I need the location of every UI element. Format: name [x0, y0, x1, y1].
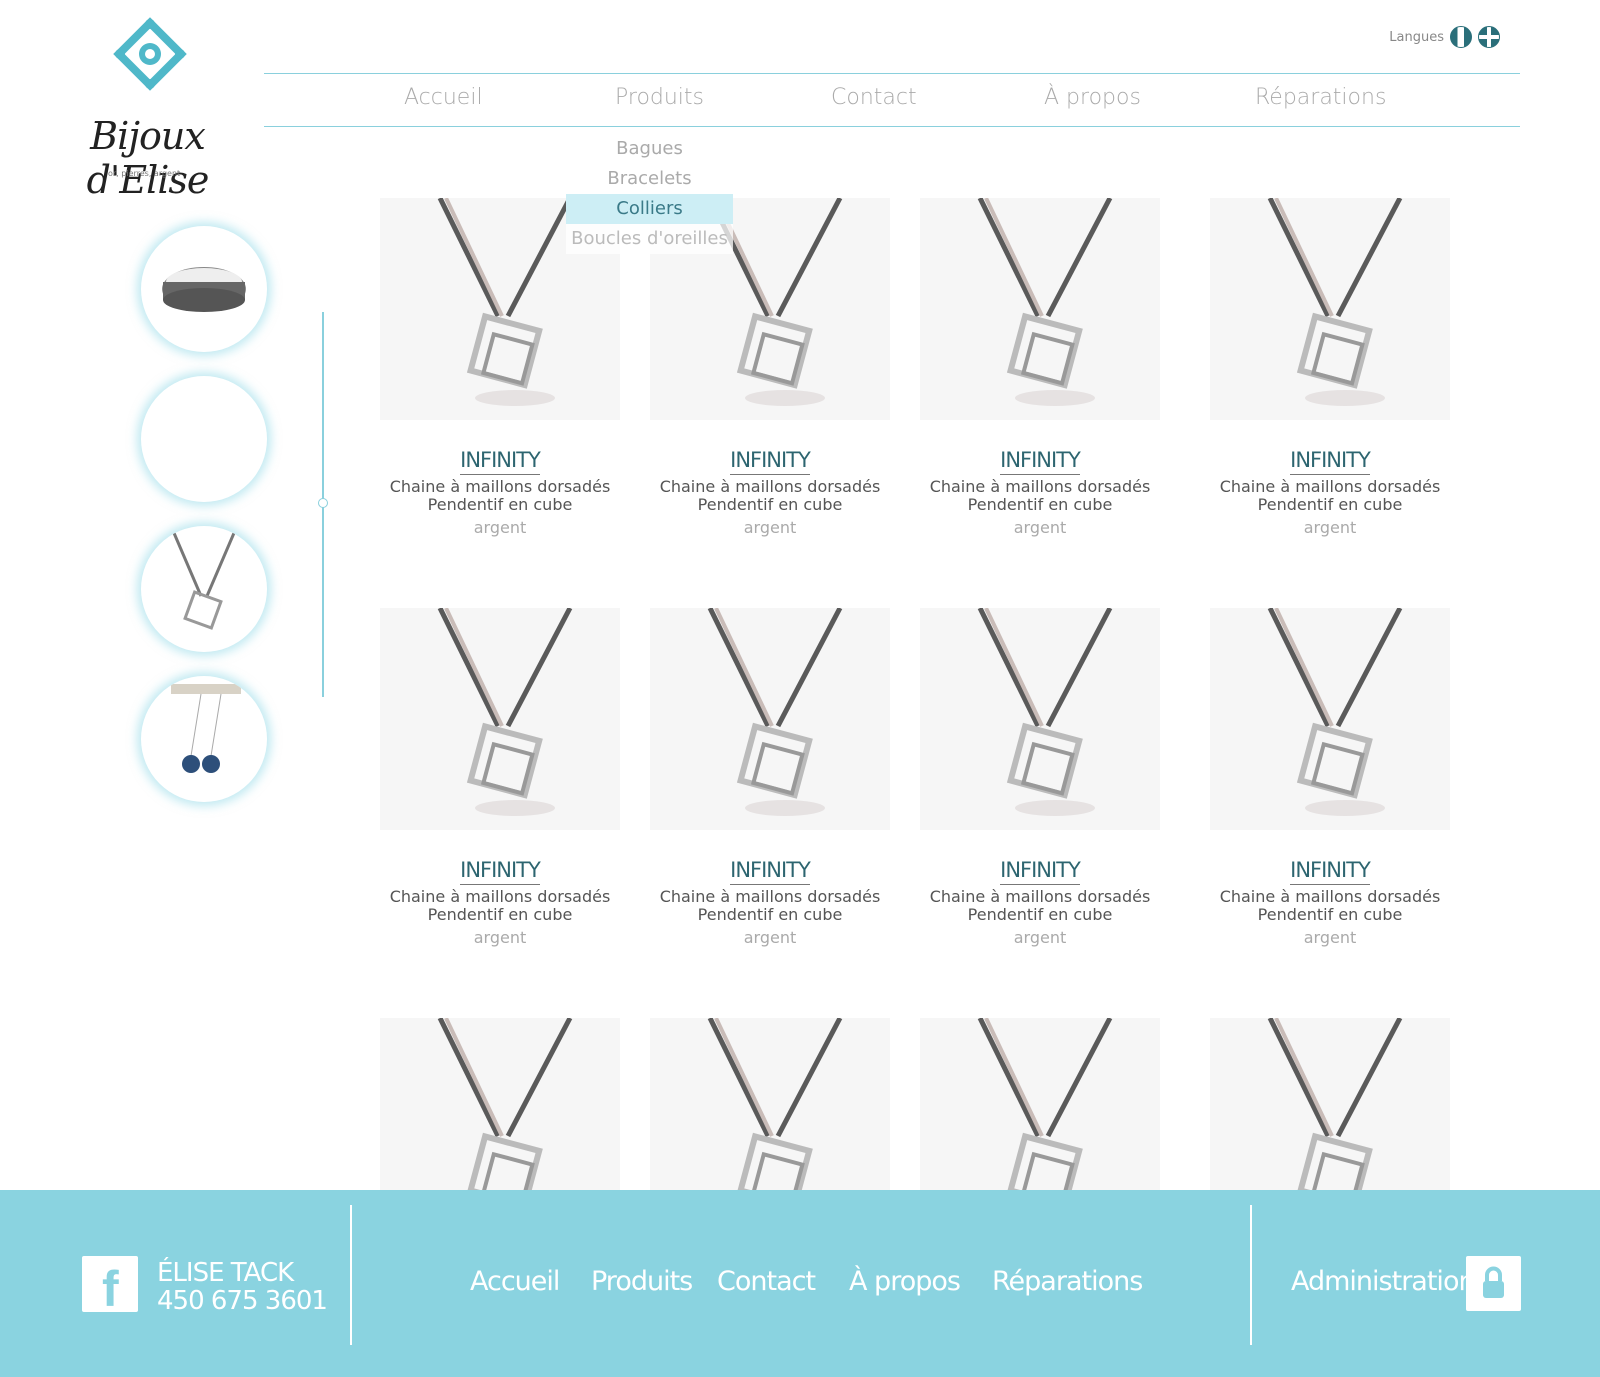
category-thumb-boucles[interactable]	[141, 676, 267, 802]
product-image[interactable]	[920, 608, 1160, 830]
product-card[interactable]: INFINITY Chaine à maillons dorsadés Penden…	[380, 608, 620, 947]
product-card[interactable]: INFINITY Chaine à maillons dorsadés Penden…	[1210, 198, 1450, 537]
product-image[interactable]	[380, 608, 620, 830]
footer-nav-a-propos[interactable]: À propos	[849, 1266, 961, 1297]
submenu-bagues[interactable]: Bagues	[566, 134, 733, 164]
product-title[interactable]: INFINITY	[920, 858, 1160, 885]
contact-phone: 450 675 3601	[157, 1286, 328, 1316]
footer-nav-contact[interactable]: Contact	[717, 1266, 816, 1297]
product-card[interactable]: INFINITY Chaine à maillons dorsadés Penden…	[650, 608, 890, 947]
flag-uk-icon[interactable]	[1478, 26, 1500, 48]
product-title[interactable]: INFINITY	[650, 448, 890, 475]
product-description: Chaine à maillons dorsadés Pendentif en c…	[389, 477, 611, 514]
product-card[interactable]: INFINITY Chaine à maillons dorsadés Penden…	[1210, 608, 1450, 947]
product-material: argent	[1303, 928, 1357, 947]
footer-divider	[1250, 1205, 1252, 1345]
brand-name: Bijoux d'Elise	[86, 114, 210, 202]
product-material: argent	[1013, 928, 1067, 947]
product-description: Chaine à maillons dorsadés Pendentif en c…	[659, 477, 881, 514]
product-card[interactable]: INFINITY Chaine à maillons dorsadés Penden…	[920, 198, 1160, 537]
product-material: argent	[743, 928, 797, 947]
flag-fr-icon[interactable]	[1450, 26, 1472, 48]
category-thumb-bracelets[interactable]	[141, 376, 267, 502]
nav-reparations[interactable]: Réparations	[1255, 85, 1386, 110]
product-material: argent	[473, 518, 527, 537]
nav-produits[interactable]: Produits	[615, 85, 704, 110]
footer: f ÉLISE TACK 450 675 3601 Accueil Produi…	[0, 1190, 1600, 1377]
nav-contact[interactable]: Contact	[831, 85, 917, 110]
nav-accueil[interactable]: Accueil	[404, 85, 483, 110]
product-description: Chaine à maillons dorsadés Pendentif en c…	[929, 477, 1151, 514]
product-description: Chaine à maillons dorsadés Pendentif en c…	[659, 887, 881, 924]
logo-ornament-icon	[113, 17, 187, 91]
earrings-image	[171, 684, 241, 773]
product-description: Chaine à maillons dorsadés Pendentif en c…	[1219, 477, 1441, 514]
product-title[interactable]: INFINITY	[380, 858, 620, 885]
product-card[interactable]: INFINITY Chaine à maillons dorsadés Penden…	[920, 608, 1160, 947]
product-title[interactable]: INFINITY	[650, 858, 890, 885]
admin-link[interactable]: Administration	[1291, 1266, 1476, 1297]
vertical-slider-handle[interactable]	[318, 498, 328, 508]
submenu-colliers[interactable]: Colliers	[566, 194, 733, 224]
product-description: Chaine à maillons dorsadés Pendentif en c…	[389, 887, 611, 924]
nav-a-propos[interactable]: À propos	[1044, 85, 1141, 110]
necklace-image	[169, 526, 239, 630]
product-title[interactable]: INFINITY	[920, 448, 1160, 475]
product-material: argent	[1013, 518, 1067, 537]
product-material: argent	[743, 518, 797, 537]
brand-logo[interactable]: Bijoux d'Elise or, pierres, argent	[50, 14, 245, 202]
lock-icon[interactable]	[1466, 1256, 1521, 1311]
footer-divider	[350, 1205, 352, 1345]
ring-image	[162, 267, 246, 312]
languages-label: Langues	[1389, 29, 1444, 45]
facebook-icon[interactable]: f	[82, 1256, 138, 1317]
product-title[interactable]: INFINITY	[380, 448, 620, 475]
footer-nav-produits[interactable]: Produits	[591, 1266, 693, 1297]
product-title[interactable]: INFINITY	[1210, 858, 1450, 885]
product-image[interactable]	[1210, 608, 1450, 830]
category-thumb-bagues[interactable]	[141, 226, 267, 352]
main-nav: Accueil Produits Contact À propos Répara…	[264, 73, 1520, 127]
category-thumb-colliers[interactable]	[141, 526, 267, 652]
product-material: argent	[1303, 518, 1357, 537]
product-material: argent	[473, 928, 527, 947]
product-title[interactable]: INFINITY	[1210, 448, 1450, 475]
footer-nav-accueil[interactable]: Accueil	[470, 1266, 560, 1297]
product-description: Chaine à maillons dorsadés Pendentif en c…	[929, 887, 1151, 924]
submenu-bracelets[interactable]: Bracelets	[566, 164, 733, 194]
product-image[interactable]	[1210, 198, 1450, 420]
brand-tagline: or, pierres, argent	[108, 169, 181, 178]
product-image[interactable]	[920, 198, 1160, 420]
language-switcher: Langues	[1389, 26, 1500, 48]
submenu-boucles[interactable]: Boucles d'oreilles	[566, 224, 733, 254]
produits-submenu: Bagues Bracelets Colliers Boucles d'orei…	[566, 134, 733, 254]
product-image[interactable]	[650, 608, 890, 830]
product-description: Chaine à maillons dorsadés Pendentif en c…	[1219, 887, 1441, 924]
contact-name: ÉLISE TACK	[157, 1258, 294, 1288]
footer-nav-reparations[interactable]: Réparations	[992, 1266, 1143, 1297]
